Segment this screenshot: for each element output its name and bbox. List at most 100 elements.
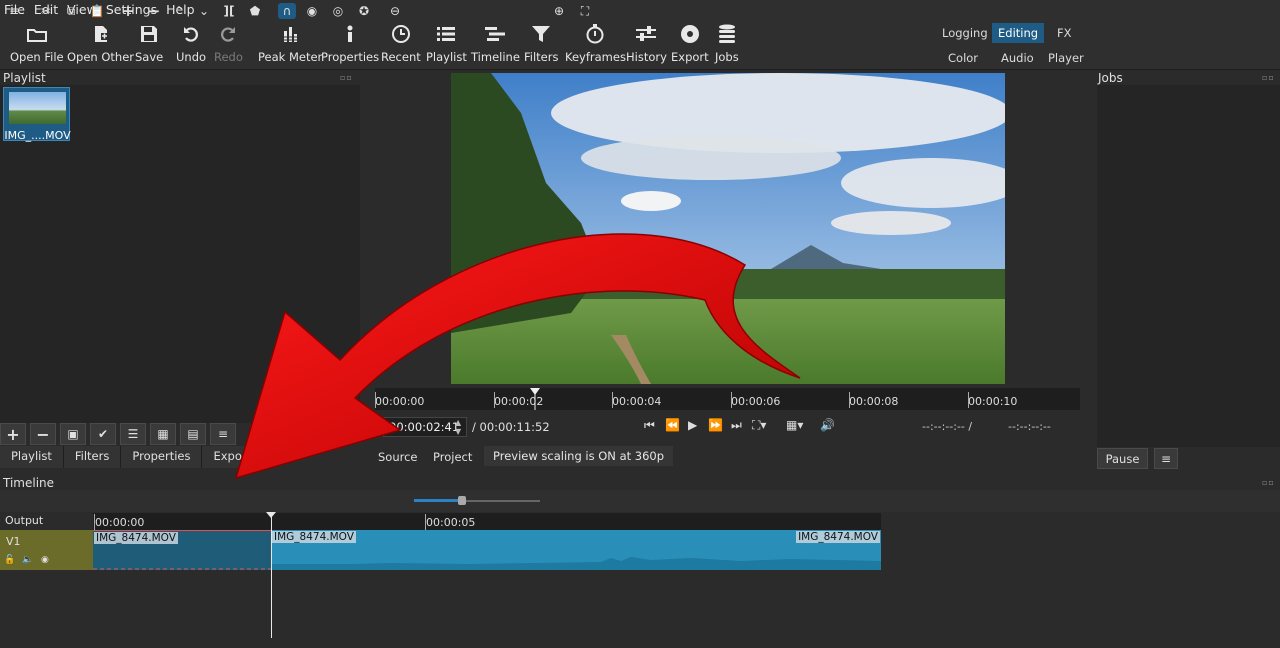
player-scrubber[interactable]: 00:00:00 00:00:02 00:00:04 00:00:06 00:0… — [375, 388, 1080, 410]
menu-icon: ≡ — [1160, 451, 1172, 466]
timeline-playhead[interactable] — [271, 512, 272, 638]
layout-color[interactable]: Color — [942, 48, 984, 68]
layout-player[interactable]: Player — [1042, 48, 1090, 68]
pause-jobs-button[interactable]: Pause — [1097, 448, 1148, 469]
grid-icon: ▦ — [157, 427, 169, 441]
tab-properties[interactable]: Properties — [121, 446, 203, 468]
tab-project[interactable]: Project — [425, 447, 480, 467]
timeline-menu-button[interactable]: ≡ — [5, 3, 23, 19]
volume-button[interactable]: 🔊 — [820, 418, 835, 432]
v1-track-header[interactable]: V1 🔓 🔈 ◉ — [0, 530, 93, 570]
properties-button[interactable]: Properties — [321, 19, 379, 70]
timecode-spinner[interactable]: ▲ ▼ — [455, 418, 461, 436]
playlist-item[interactable]: IMG_....MOV — [3, 87, 71, 142]
chevron-up-icon: ⌃ — [173, 4, 185, 18]
export-button[interactable]: Export — [671, 19, 709, 70]
paste-button[interactable]: 📋 — [88, 3, 106, 19]
timeline-playhead-marker[interactable] — [266, 512, 276, 518]
skip-previous-button[interactable]: ⏮ — [644, 418, 655, 433]
tab-source[interactable]: Source — [370, 447, 426, 467]
scrub-while-dragging-button[interactable]: ◉ — [303, 3, 321, 19]
layout-editing[interactable]: Editing — [992, 23, 1045, 43]
ripple-button[interactable]: ◎ — [329, 3, 347, 19]
history-button[interactable]: History — [626, 19, 667, 70]
timeline-float-close-icons[interactable]: ▫▫ — [1262, 478, 1275, 487]
playlist-update-button[interactable]: ▣ — [60, 423, 86, 445]
timeline-clip[interactable]: IMG_8474.MOV — [93, 530, 271, 570]
ripple-icon: ◎ — [332, 4, 344, 18]
recent-icon — [391, 25, 410, 43]
zoom-button[interactable]: ⛶▾ — [752, 418, 766, 433]
copy-button[interactable]: ⧉ — [62, 3, 80, 19]
mute-icon[interactable]: 🔈 — [22, 555, 33, 565]
playlist-menu-button[interactable]: ≡ — [210, 423, 236, 445]
recent-button[interactable]: Recent — [381, 19, 421, 70]
play-button[interactable]: ▶ — [688, 418, 697, 432]
playlist-item-label: IMG_....MOV — [4, 129, 71, 142]
playlist-tiles-view-button[interactable]: ▦ — [150, 423, 176, 445]
fast-forward-button[interactable]: ⏩ — [708, 418, 723, 432]
grid-overlay-icon: ▦▾ — [786, 418, 804, 432]
jobs-menu-button[interactable]: ≡ — [1154, 448, 1178, 469]
ripple-delete-button[interactable]: − — [145, 2, 163, 20]
timeline-button[interactable]: Timeline — [471, 19, 520, 70]
main-toolbar: Open File Open Other Save Undo Redo Peak… — [0, 19, 1280, 70]
ripple-all-tracks-button[interactable]: ✪ — [355, 3, 373, 19]
undo-button[interactable]: Undo — [176, 19, 206, 70]
split-at-playhead-button[interactable]: ][ — [220, 3, 238, 19]
keyframes-button[interactable]: Keyframes — [565, 19, 626, 70]
jobs-float-close-icons[interactable]: ▫▫ — [1262, 73, 1275, 82]
magnet-icon: ∩ — [282, 4, 292, 18]
audio-waveform — [93, 568, 271, 570]
eye-icon[interactable]: ◉ — [41, 555, 49, 565]
overwrite-button[interactable]: ⌄ — [195, 3, 213, 19]
zoom-out-button[interactable]: ⊖ — [386, 3, 404, 19]
open-file-button[interactable]: Open File — [10, 19, 64, 70]
open-other-button[interactable]: Open Other — [67, 19, 134, 70]
append-button[interactable]: + — [119, 2, 137, 20]
layout-logging[interactable]: Logging — [936, 23, 994, 43]
playlist-float-close-icons[interactable]: ▫▫ — [340, 73, 353, 82]
marker-button[interactable]: ⬟ — [246, 3, 264, 19]
output-track-header: Output — [0, 513, 93, 530]
tab-filters[interactable]: Filters — [63, 446, 122, 468]
timeline-clip[interactable]: IMG_8474.MOV IMG_8474.MOV — [271, 530, 881, 570]
icons-view-icon: ▤ — [187, 427, 199, 441]
layout-fx[interactable]: FX — [1051, 23, 1078, 43]
zoom-in-button[interactable]: ⊕ — [550, 3, 568, 19]
playlist-icons-view-button[interactable]: ▤ — [180, 423, 206, 445]
scrubber-playhead-marker[interactable] — [530, 388, 540, 410]
save-button[interactable]: Save — [135, 19, 163, 70]
playlist-add-button[interactable]: + — [0, 423, 26, 445]
jobs-icon — [718, 24, 735, 43]
jobs-button[interactable]: Jobs — [715, 19, 739, 70]
zoom-fit-button[interactable]: ⛶ — [576, 3, 594, 19]
peak-meter-button[interactable]: Peak Meter — [258, 19, 322, 70]
minus-icon: − — [147, 2, 161, 20]
tab-playlist[interactable]: Playlist — [0, 446, 64, 468]
zoom-slider-handle[interactable] — [458, 496, 466, 505]
skip-next-button[interactable]: ⏭ — [731, 418, 742, 433]
playlist-remove-button[interactable]: − — [30, 423, 56, 445]
lift-button[interactable]: ⌃ — [170, 3, 188, 19]
grid-button[interactable]: ▦▾ — [786, 418, 803, 432]
redo-button[interactable]: Redo — [214, 19, 243, 70]
playlist-button[interactable]: Playlist — [426, 19, 467, 70]
properties-icon — [347, 25, 353, 42]
cut-button[interactable]: ✂ — [37, 3, 55, 19]
playlist-details-view-button[interactable]: ☰ — [120, 423, 146, 445]
tab-export[interactable]: Export — [202, 446, 264, 468]
lock-icon[interactable]: 🔓 — [4, 555, 15, 565]
ruler-tick-label: 00:00:00 — [93, 514, 145, 530]
snap-button[interactable]: ∩ — [278, 3, 296, 19]
timeline-ruler[interactable]: 00:00:00 00:00:05 — [93, 513, 881, 530]
rewind-button[interactable]: ⏪ — [665, 418, 680, 432]
layout-audio[interactable]: Audio — [995, 48, 1040, 68]
video-preview[interactable] — [451, 73, 1005, 384]
playlist-check-button[interactable]: ✔ — [90, 423, 116, 445]
clip-label: IMG_8474.MOV — [272, 531, 356, 543]
ruler-tick-label: 00:00:10 — [968, 392, 1018, 408]
plus-icon: + — [121, 2, 135, 20]
filters-button[interactable]: Filters — [524, 19, 558, 70]
paste-icon: 📋 — [89, 4, 105, 18]
